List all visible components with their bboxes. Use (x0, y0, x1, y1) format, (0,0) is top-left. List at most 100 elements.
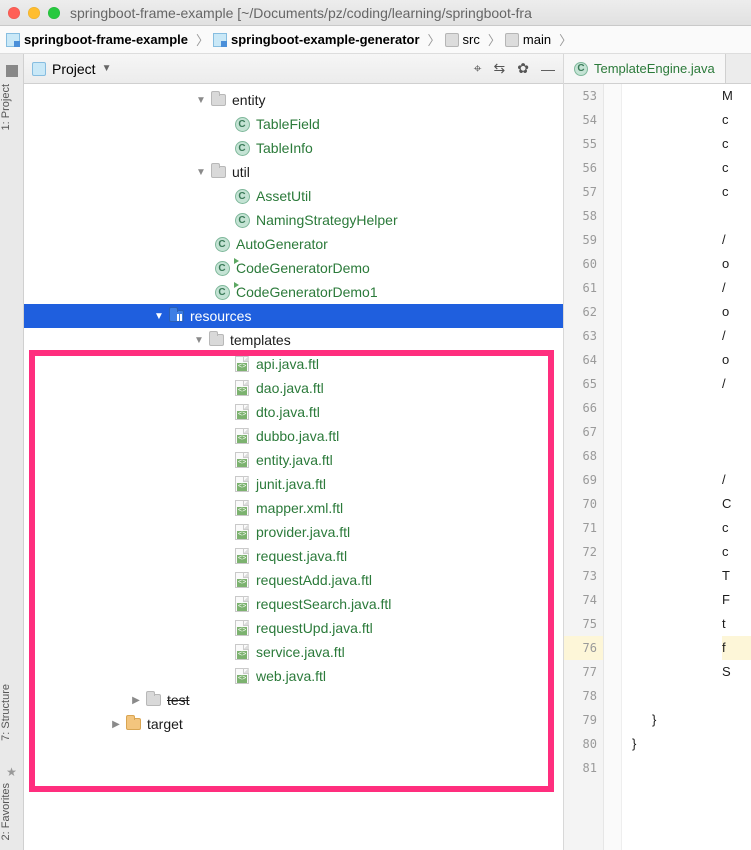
line-number: 78 (564, 684, 603, 708)
locate-icon[interactable]: ⌖ (474, 60, 482, 77)
tree-file[interactable]: requestUpd.java.ftl (24, 616, 563, 640)
tree-file[interactable]: web.java.ftl (24, 664, 563, 688)
folder-icon (146, 694, 161, 706)
line-number: 72 (564, 540, 603, 564)
tree-file[interactable]: requestAdd.java.ftl (24, 568, 563, 592)
tree-folder-resources[interactable]: ▼resources (24, 304, 563, 328)
chevron-right-icon[interactable]: ▶ (109, 719, 123, 730)
freemarker-file-icon (235, 476, 249, 492)
tree-file[interactable]: dto.java.ftl (24, 400, 563, 424)
line-number: 77 (564, 660, 603, 684)
minimize-window-icon[interactable] (28, 7, 40, 19)
gear-icon[interactable]: ✿ (517, 60, 529, 77)
dropdown-icon[interactable]: ▼ (102, 63, 112, 74)
project-tab-icon (6, 65, 18, 77)
tree-file[interactable]: requestSearch.java.ftl (24, 592, 563, 616)
tree-folder-templates[interactable]: ▼templates (24, 328, 563, 352)
breadcrumb-item[interactable]: springboot-example-generator〉 (213, 30, 445, 49)
project-view-selector[interactable]: Project (52, 61, 96, 77)
freemarker-file-icon (235, 668, 249, 684)
breadcrumb-item[interactable]: springboot-frame-example〉 (6, 30, 213, 49)
chevron-right-icon[interactable]: ▶ (129, 695, 143, 706)
tree-file[interactable]: dubbo.java.ftl (24, 424, 563, 448)
tree-file[interactable]: request.java.ftl (24, 544, 563, 568)
project-view-icon (32, 62, 46, 76)
favorites-star-icon: ★ (0, 765, 23, 779)
tree-file[interactable]: api.java.ftl (24, 352, 563, 376)
class-icon: C (235, 117, 250, 132)
line-number: 70 (564, 492, 603, 516)
tree-class[interactable]: CAutoGenerator (24, 232, 563, 256)
tree-class[interactable]: CAssetUtil (24, 184, 563, 208)
tree-class[interactable]: CTableField (24, 112, 563, 136)
breadcrumb-item[interactable]: src〉 (445, 30, 505, 49)
sidetab-structure[interactable]: 7: Structure (0, 680, 12, 745)
line-number: 67 (564, 420, 603, 444)
tree-class-runnable[interactable]: CCodeGeneratorDemo (24, 256, 563, 280)
freemarker-file-icon (235, 596, 249, 612)
freemarker-file-icon (235, 500, 249, 516)
tree-class-runnable[interactable]: CCodeGeneratorDemo1 (24, 280, 563, 304)
tree-file[interactable]: mapper.xml.ftl (24, 496, 563, 520)
freemarker-file-icon (235, 620, 249, 636)
project-tool-window: Project ▼ ⌖ ⇆ ✿ — ▼entity CTableField CT… (24, 54, 564, 850)
folder-icon (445, 33, 459, 47)
tree-class[interactable]: CTableInfo (24, 136, 563, 160)
module-icon (213, 33, 227, 47)
collapse-icon[interactable]: ⇆ (494, 60, 506, 77)
tree-file[interactable]: entity.java.ftl (24, 448, 563, 472)
freemarker-file-icon (235, 404, 249, 420)
line-number: 76 (564, 636, 603, 660)
window-titlebar: springboot-frame-example [~/Documents/pz… (0, 0, 751, 26)
chevron-down-icon[interactable]: ▼ (194, 95, 208, 106)
chevron-down-icon[interactable]: ▼ (194, 167, 208, 178)
line-number: 75 (564, 612, 603, 636)
class-icon: C (235, 189, 250, 204)
line-number: 55 (564, 132, 603, 156)
breadcrumb-item[interactable]: main〉 (505, 30, 576, 49)
tree-file[interactable]: provider.java.ftl (24, 520, 563, 544)
freemarker-file-icon (235, 428, 249, 444)
class-icon: C (215, 237, 230, 252)
project-tree[interactable]: ▼entity CTableField CTableInfo ▼util CAs… (24, 84, 563, 850)
line-number: 53 (564, 84, 603, 108)
chevron-down-icon[interactable]: ▼ (152, 311, 166, 322)
code-area[interactable]: M c c c c / o / o / o / / C c c T (622, 84, 751, 850)
breadcrumb: springboot-frame-example〉 springboot-exa… (0, 26, 751, 54)
freemarker-file-icon (235, 524, 249, 540)
folder-icon (126, 718, 141, 730)
tree-file[interactable]: service.java.ftl (24, 640, 563, 664)
freemarker-file-icon (235, 380, 249, 396)
line-number: 79 (564, 708, 603, 732)
tool-window-tabs: 1: Project 7: Structure ★ 2: Favorites (0, 54, 24, 850)
tree-folder-test[interactable]: ▶test (24, 688, 563, 712)
close-window-icon[interactable] (8, 7, 20, 19)
line-number: 62 (564, 300, 603, 324)
zoom-window-icon[interactable] (48, 7, 60, 19)
folder-icon (209, 334, 224, 346)
window-title: springboot-frame-example [~/Documents/pz… (70, 5, 532, 21)
tree-file[interactable]: dao.java.ftl (24, 376, 563, 400)
fold-gutter[interactable] (604, 84, 622, 850)
line-number: 69 (564, 468, 603, 492)
sidetab-favorites[interactable]: 2: Favorites (0, 779, 12, 844)
tree-file[interactable]: junit.java.ftl (24, 472, 563, 496)
tree-folder-target[interactable]: ▶target (24, 712, 563, 736)
line-number: 61 (564, 276, 603, 300)
freemarker-file-icon (235, 452, 249, 468)
line-number: 81 (564, 756, 603, 780)
tree-folder-entity[interactable]: ▼entity (24, 88, 563, 112)
editor-tabs: C TemplateEngine.java (564, 54, 751, 84)
chevron-down-icon[interactable]: ▼ (192, 335, 206, 346)
class-icon: C (235, 213, 250, 228)
line-number: 63 (564, 324, 603, 348)
tree-class[interactable]: CNamingStrategyHelper (24, 208, 563, 232)
class-icon: C (235, 141, 250, 156)
line-number: 57 (564, 180, 603, 204)
line-number: 74 (564, 588, 603, 612)
sidetab-project[interactable]: 1: Project (0, 80, 12, 134)
editor-gutter[interactable]: 53 54 55 56 57 58 59 60 61 62 63 64 65 6… (564, 84, 604, 850)
editor-tab[interactable]: C TemplateEngine.java (564, 54, 726, 83)
hide-icon[interactable]: — (541, 61, 555, 77)
tree-folder-util[interactable]: ▼util (24, 160, 563, 184)
